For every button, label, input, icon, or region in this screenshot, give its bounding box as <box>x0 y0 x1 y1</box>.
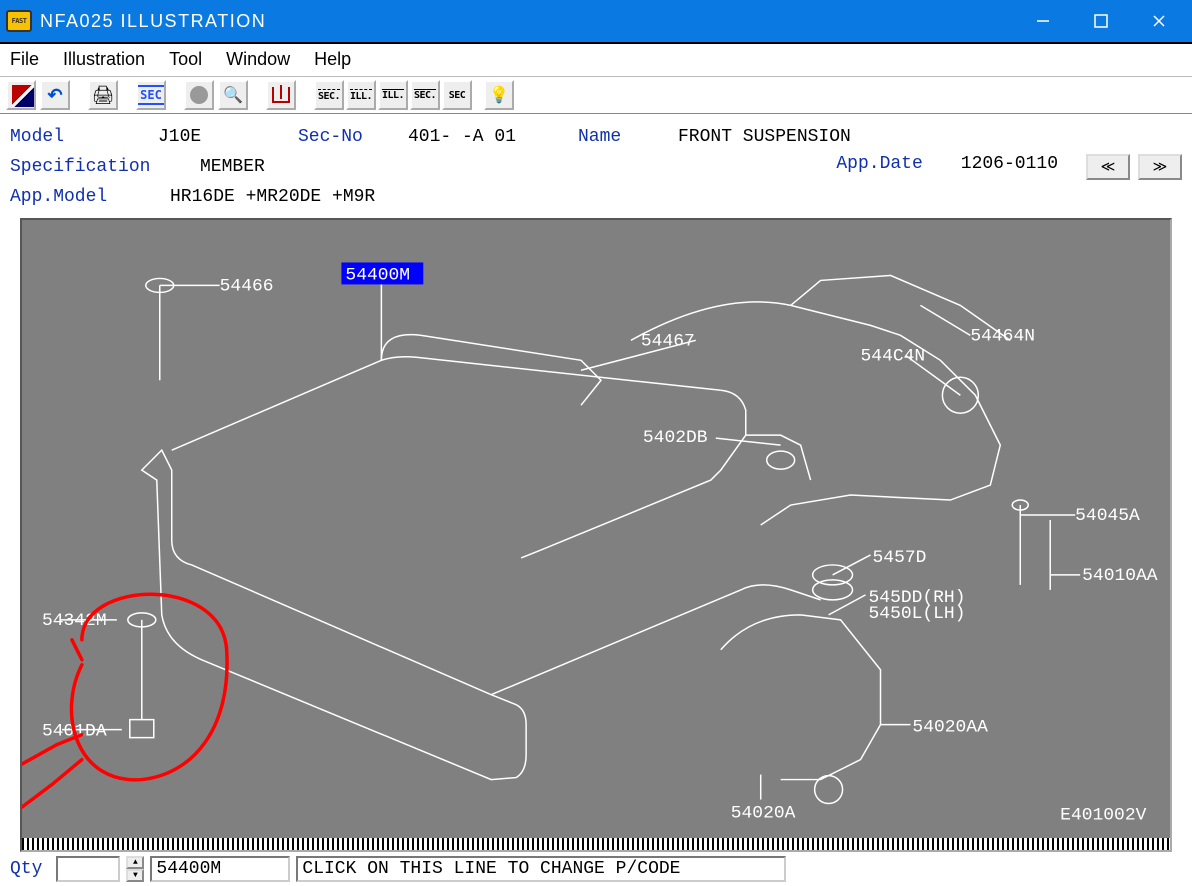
spec-value: MEMBER <box>200 157 265 177</box>
search-button[interactable]: 🔍 <box>218 80 248 110</box>
nav-button-group: SEC. ILL. ILL. SEC. SEC <box>314 80 472 110</box>
menu-help[interactable]: Help <box>312 47 353 72</box>
name-label: Name <box>578 127 678 147</box>
part-label-544C4N[interactable]: 544C4N <box>861 346 926 366</box>
pcode-field[interactable]: 54400M <box>150 856 290 882</box>
nav-label: ILL. <box>382 90 404 101</box>
info-panel: Model J10E Sec-No 401- -A 01 Name FRONT … <box>0 114 1192 218</box>
part-label-54010AA[interactable]: 54010AA <box>1082 566 1158 586</box>
part-label-54045A[interactable]: 54045A <box>1075 506 1140 526</box>
qty-increment-button[interactable]: ▲ <box>126 856 144 869</box>
menu-file[interactable]: File <box>8 47 41 72</box>
diagram-viewport[interactable]: 54400M 54466 54467 544C4N 54464N 5402DB … <box>20 218 1172 852</box>
name-value: FRONT SUSPENSION <box>678 127 851 147</box>
menu-window[interactable]: Window <box>224 47 292 72</box>
appmodel-value: HR16DE +MR20DE +M9R <box>170 187 375 207</box>
close-button[interactable] <box>1130 0 1188 42</box>
pcode-value: 54400M <box>156 859 221 879</box>
window-title: NFA025 ILLUSTRATION <box>40 11 1014 32</box>
qty-input-wrapper <box>56 856 120 882</box>
app-icon: FAST <box>6 10 32 32</box>
sec-button[interactable]: SEC <box>136 80 166 110</box>
nav-ill-next-button[interactable]: ILL. <box>378 80 408 110</box>
part-label-5450L[interactable]: 5450L(LH) <box>869 604 966 624</box>
appdate-value: 1206-0110 <box>961 154 1058 180</box>
part-label-5402DB[interactable]: 5402DB <box>643 428 708 448</box>
book-icon <box>272 87 290 103</box>
model-label: Model <box>10 127 158 147</box>
nav-sec-prev-button[interactable]: SEC. <box>314 80 344 110</box>
appmodel-label: App.Model <box>10 187 170 207</box>
chevron-left-double-icon: ≪ <box>1101 159 1116 176</box>
part-label-54466[interactable]: 54466 <box>220 276 274 296</box>
help-button[interactable]: 💡 <box>484 80 514 110</box>
diagram-id-text: E401002V <box>1060 805 1146 825</box>
print-button[interactable]: 🖨 <box>88 80 118 110</box>
status-bar: Qty ▲ ▼ 54400M CLICK ON THIS LINE TO CHA… <box>0 856 1192 882</box>
qty-label: Qty <box>10 859 42 879</box>
circle-icon <box>190 86 208 104</box>
magnifier-icon: 🔍 <box>223 85 243 105</box>
part-label-54464N[interactable]: 54464N <box>970 326 1035 346</box>
qty-decrement-button[interactable]: ▼ <box>126 869 144 882</box>
sec-box-icon: SEC <box>136 85 166 105</box>
instruction-text: CLICK ON THIS LINE TO CHANGE P/CODE <box>302 859 680 879</box>
toolbar: ↶ 🖨 SEC 🔍 SEC. ILL. ILL. SEC. SEC 💡 <box>0 76 1192 114</box>
part-label-54020AA[interactable]: 54020AA <box>912 718 988 738</box>
maximize-button[interactable] <box>1072 0 1130 42</box>
model-value: J10E <box>158 127 298 147</box>
part-label-54020A[interactable]: 54020A <box>731 803 796 823</box>
secno-value: 401- -A 01 <box>408 127 578 147</box>
printer-icon: 🖨 <box>92 85 115 106</box>
record-button[interactable] <box>184 80 214 110</box>
suspension-diagram[interactable]: 54400M 54466 54467 544C4N 54464N 5402DB … <box>22 220 1170 838</box>
book-button[interactable] <box>266 80 296 110</box>
minimize-button[interactable] <box>1014 0 1072 42</box>
qty-spinner: ▲ ▼ <box>126 856 144 882</box>
nav-label: SEC <box>449 90 466 101</box>
nav-label: SEC. <box>414 90 436 101</box>
menu-bar: File Illustration Tool Window Help <box>0 42 1192 76</box>
chevron-right-double-icon: ≫ <box>1153 159 1168 176</box>
page-next-button[interactable]: ≫ <box>1138 154 1182 180</box>
part-label-5457D[interactable]: 5457D <box>873 548 927 568</box>
page-prev-button[interactable]: ≪ <box>1086 154 1130 180</box>
nav-label: SEC. <box>318 89 340 102</box>
instruction-field[interactable]: CLICK ON THIS LINE TO CHANGE P/CODE <box>296 856 786 882</box>
part-label-54342M[interactable]: 54342M <box>42 611 107 631</box>
undo-button[interactable]: ↶ <box>40 80 70 110</box>
spec-label: Specification <box>10 157 200 177</box>
nav-sec-next-button[interactable]: SEC. <box>410 80 440 110</box>
qty-input[interactable] <box>62 858 114 880</box>
lightbulb-icon: 💡 <box>489 85 509 105</box>
nav-label: ILL. <box>350 89 372 102</box>
exit-button[interactable] <box>6 80 36 110</box>
diagram-selected-code[interactable]: 54400M <box>345 265 410 285</box>
part-label-54467[interactable]: 54467 <box>641 331 695 351</box>
nav-sec-button[interactable]: SEC <box>442 80 472 110</box>
title-bar: FAST NFA025 ILLUSTRATION <box>0 0 1192 42</box>
menu-illustration[interactable]: Illustration <box>61 47 147 72</box>
menu-tool[interactable]: Tool <box>167 47 204 72</box>
dotted-ruler-strip <box>22 838 1170 850</box>
secno-label: Sec-No <box>298 127 408 147</box>
nav-ill-prev-button[interactable]: ILL. <box>346 80 376 110</box>
appdate-label: App.Date <box>836 154 922 180</box>
undo-icon: ↶ <box>47 85 62 106</box>
